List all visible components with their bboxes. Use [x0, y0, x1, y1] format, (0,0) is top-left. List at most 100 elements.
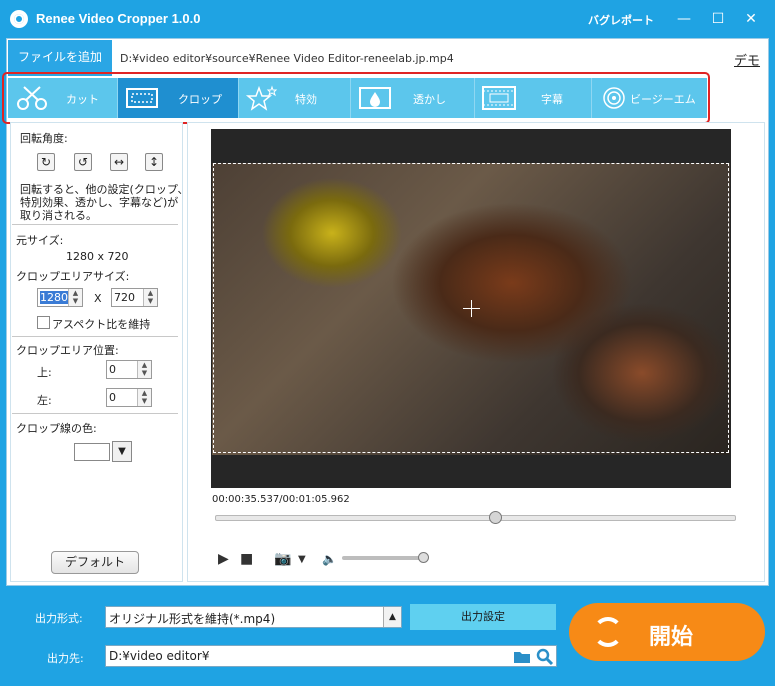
- spin-up-icon[interactable]: ▲: [69, 289, 82, 297]
- caret-down-icon: ▼: [298, 554, 306, 565]
- refresh-icon: [593, 617, 623, 647]
- rotate-ccw-icon: ↺: [77, 155, 89, 169]
- close-button[interactable]: ✕: [740, 8, 762, 30]
- start-button[interactable]: 開始: [569, 603, 765, 661]
- chevron-down-icon: ▼: [118, 446, 126, 457]
- spin-down-icon[interactable]: ▼: [69, 297, 82, 305]
- default-button[interactable]: デフォルト: [51, 551, 139, 574]
- app-title: Renee Video Cropper 1.0.0: [36, 11, 201, 26]
- left-position-input[interactable]: 0 ▲ ▼: [106, 388, 152, 407]
- tab-cut[interactable]: カット: [8, 78, 118, 118]
- spin-up-icon[interactable]: ▲: [144, 289, 157, 297]
- seek-handle[interactable]: [488, 511, 502, 524]
- camera-icon: 📷: [274, 551, 292, 567]
- crop-position-label: クロップエリア位置:: [16, 344, 119, 357]
- output-dest-value: D:¥video editor¥: [109, 649, 210, 663]
- output-format-value: オリジナル形式を維持(*.mp4): [109, 612, 276, 626]
- crop-icon: [126, 88, 158, 108]
- tab-watermark[interactable]: 透かし: [351, 78, 475, 118]
- left-label: 左:: [37, 394, 52, 407]
- tab-crop-label: クロップ: [178, 93, 222, 106]
- output-format-label: 出力形式:: [35, 612, 83, 625]
- spin-down-icon[interactable]: ▼: [138, 369, 151, 377]
- flip-vertical-icon: ↕: [148, 155, 160, 169]
- top-label: 上:: [37, 366, 52, 379]
- snapshot-menu-button[interactable]: ▼: [298, 554, 306, 565]
- output-dest-label: 出力先:: [47, 652, 84, 665]
- tab-bgm-label: ビージーエム: [630, 93, 696, 106]
- tab-watermark-label: 透かし: [413, 93, 446, 106]
- crop-line-color-label: クロップ線の色:: [16, 422, 97, 435]
- rotate-cw-icon: ↻: [40, 155, 52, 169]
- start-button-label: 開始: [649, 625, 694, 650]
- volume-button[interactable]: 🔈: [322, 552, 337, 566]
- crop-width-value: 1280: [40, 291, 68, 304]
- keep-aspect-label: アスペクト比を維持: [52, 318, 151, 331]
- output-dest-field[interactable]: D:¥video editor¥: [105, 645, 557, 667]
- crop-width-input[interactable]: 1280 ▲ ▼: [37, 288, 83, 307]
- spin-down-icon[interactable]: ▼: [138, 397, 151, 405]
- seek-bar[interactable]: [215, 515, 736, 521]
- stars-icon: [245, 85, 278, 111]
- tab-bgm[interactable]: ビージーエム: [592, 78, 707, 118]
- caret-up-icon[interactable]: ▲: [383, 607, 401, 627]
- tab-effects[interactable]: 特効: [239, 78, 351, 118]
- watermark-icon: [359, 87, 391, 109]
- spin-up-icon[interactable]: ▲: [138, 361, 151, 369]
- tab-crop[interactable]: クロップ: [118, 78, 239, 118]
- stop-button[interactable]: ■: [240, 551, 253, 567]
- crop-line-color-swatch[interactable]: [74, 443, 110, 461]
- demo-link[interactable]: デモ: [734, 50, 760, 69]
- divider: [12, 336, 178, 337]
- crop-size-label: クロップエリアサイズ:: [16, 270, 130, 283]
- stop-icon: ■: [240, 551, 254, 567]
- original-size-label: 元サイズ:: [16, 234, 64, 247]
- divider: [12, 413, 178, 414]
- output-settings-button[interactable]: 出力設定: [410, 604, 556, 630]
- subtitle-icon: [482, 86, 516, 110]
- tab-effects-label: 特効: [295, 93, 317, 106]
- divider: [12, 224, 178, 225]
- volume-handle[interactable]: [417, 552, 429, 563]
- top-position-input[interactable]: 0 ▲ ▼: [106, 360, 152, 379]
- rotate-note-line3: 取り消される。: [20, 209, 97, 222]
- tab-subtitle-label: 字幕: [541, 93, 563, 106]
- spin-up-icon[interactable]: ▲: [138, 389, 151, 397]
- volume-slider[interactable]: [342, 556, 428, 560]
- folder-icon[interactable]: [513, 649, 531, 664]
- flip-horizontal-button[interactable]: ↔: [110, 153, 128, 171]
- spin-down-icon[interactable]: ▼: [144, 297, 157, 305]
- file-path: D:¥video editor¥source¥Renee Video Edito…: [120, 52, 454, 65]
- left-position-value: 0: [109, 391, 116, 404]
- feature-toolbar: カット クロップ 特効 透かし 字幕 ビージーエム: [8, 78, 707, 118]
- rotate-label: 回転角度:: [20, 132, 68, 145]
- maximize-button[interactable]: ☐: [707, 8, 729, 30]
- music-icon: [603, 87, 625, 109]
- rotate-left-button[interactable]: ↺: [74, 153, 92, 171]
- crop-height-value: 720: [114, 291, 135, 304]
- keep-aspect-checkbox[interactable]: [37, 316, 50, 329]
- play-icon: ▶: [218, 551, 229, 567]
- minimize-button[interactable]: —: [673, 8, 695, 30]
- app-logo-icon: [10, 10, 28, 28]
- rotate-right-button[interactable]: ↻: [37, 153, 55, 171]
- tab-cut-label: カット: [66, 93, 99, 106]
- flip-horizontal-icon: ↔: [113, 155, 125, 169]
- tab-subtitle[interactable]: 字幕: [475, 78, 592, 118]
- bug-report-link[interactable]: バグレポート: [588, 12, 654, 28]
- snapshot-button[interactable]: 📷: [274, 551, 291, 567]
- play-button[interactable]: ▶: [218, 551, 229, 567]
- scissors-icon: [17, 86, 47, 110]
- crosshair-icon[interactable]: [463, 300, 480, 317]
- search-icon[interactable]: [536, 648, 554, 665]
- flip-vertical-button[interactable]: ↕: [145, 153, 163, 171]
- color-picker-button[interactable]: ▼: [112, 441, 132, 462]
- top-position-value: 0: [109, 363, 116, 376]
- add-file-button[interactable]: ファイルを追加: [8, 40, 112, 76]
- crop-size-x: X: [94, 292, 102, 305]
- output-format-select[interactable]: オリジナル形式を維持(*.mp4) ▲: [105, 606, 402, 628]
- time-display: 00:00:35.537/00:01:05.962: [212, 494, 350, 505]
- title-bar: Renee Video Cropper 1.0.0 バグレポート — ☐ ✕: [0, 0, 775, 38]
- crop-height-input[interactable]: 720 ▲ ▼: [111, 288, 158, 307]
- speaker-icon: 🔈: [322, 552, 337, 566]
